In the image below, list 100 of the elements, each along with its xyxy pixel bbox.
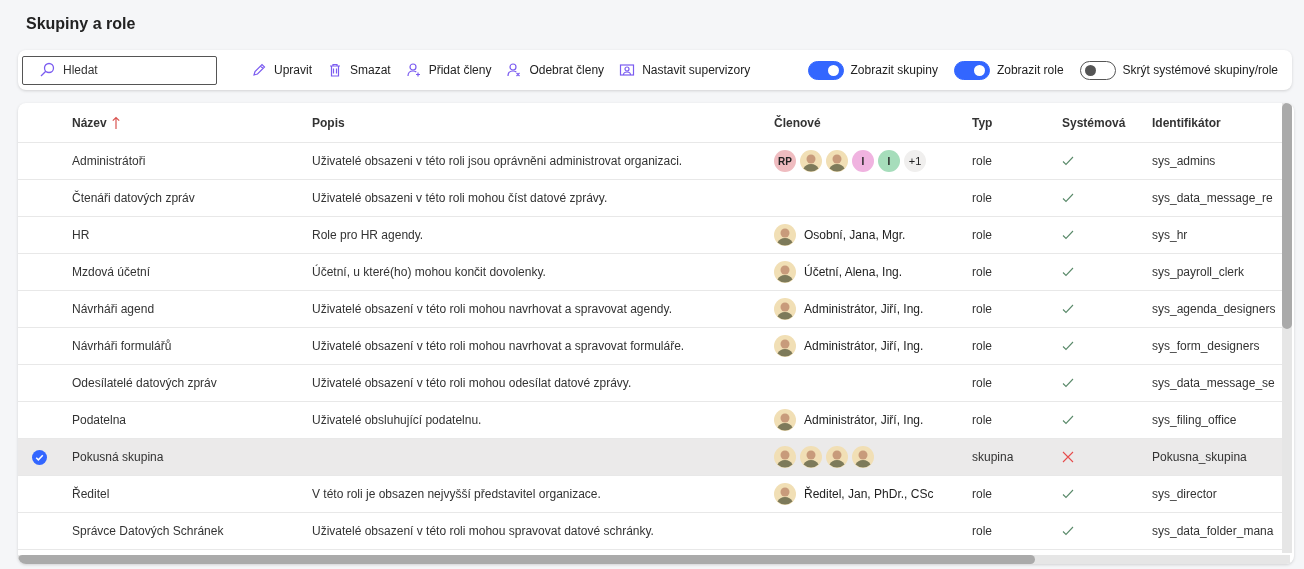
description-text: Uživatelé obsazení v této roli mohou navrhovat a spravovat formuláře. xyxy=(312,339,685,353)
type-text: role xyxy=(972,265,992,279)
identifier-text: sys_hr xyxy=(1152,228,1188,242)
type-text: role xyxy=(972,524,992,538)
identifier-text: sys_admins xyxy=(1152,154,1216,168)
table-row[interactable]: Administrátoři Uživatelé obsazeni v této roli jsou oprávněni administrovat organizaci. RP I I +1 role sys_admins xyxy=(18,143,1282,180)
toolbar-button[interactable]: Smazat xyxy=(327,61,391,79)
avatar-icon xyxy=(826,150,848,172)
group-name: Odesílatelé datových zpráv xyxy=(72,376,217,390)
toggle-switch[interactable] xyxy=(1079,60,1116,80)
type-text: role xyxy=(972,228,992,242)
avatar-initials: I xyxy=(852,150,874,172)
type-text: role xyxy=(972,302,992,316)
identifier-text: sys_director xyxy=(1152,487,1217,501)
member-name: Administrátor, Jiří, Ing. xyxy=(804,412,924,429)
group-name: Podatelna xyxy=(72,413,127,427)
page-title: Skupiny a role xyxy=(26,14,137,34)
group-name: Pokusná skupina xyxy=(72,450,164,464)
column-header[interactable]: Název xyxy=(72,113,107,132)
table-row[interactable]: Odesílatelé datových zpráv Uživatelé obsazení v této roli mohou odesílat datové zprávy. role sys_data_message_se xyxy=(18,365,1282,402)
table-row[interactable]: Ředitel V této roli je obsazen nejvyšší představitel organizace. Ředitel, Jan, PhDr., CSc role sys_director xyxy=(18,476,1282,513)
identifier-text: sys_form_designers xyxy=(1152,339,1260,353)
group-name: Mzdová účetní xyxy=(72,265,151,279)
group-name: Návrháři agend xyxy=(72,302,155,316)
table-row[interactable]: Mzdová účetní Účetní, u které(ho) mohou končit dovolenky. Účetní, Alena, Ing. role sys_payroll_clerk xyxy=(18,254,1282,291)
toolbar-button[interactable]: Odebrat členy xyxy=(506,61,605,79)
column-header[interactable]: Popis xyxy=(312,113,345,132)
search-icon xyxy=(39,62,55,78)
pencil-icon xyxy=(251,62,267,78)
trash-icon xyxy=(327,62,343,78)
identifier-text: sys_data_folder_mana xyxy=(1152,524,1274,538)
toggle-label: Zobrazit role xyxy=(996,62,1064,79)
toggle-switch[interactable] xyxy=(807,60,844,80)
type-text: role xyxy=(972,413,992,427)
identifier-text: Pokusna_skupina xyxy=(1152,450,1247,464)
person-remove-icon xyxy=(506,62,523,78)
toolbar-button[interactable]: Nastavit supervizory xyxy=(619,61,751,79)
more-members-count: +1 xyxy=(904,150,926,172)
description-text: Uživatelé obsazení v této roli mohou odesílat datové zprávy. xyxy=(312,376,632,390)
identifier-text: sys_data_message_se xyxy=(1152,376,1275,390)
group-name: Ředitel xyxy=(72,487,110,501)
column-header[interactable]: Členové xyxy=(774,113,821,132)
type-text: role xyxy=(972,154,992,168)
table-row[interactable]: Správce Datových Schránek Uživatelé obsazení v této roli mohou spravovat datové schránky. role sys_data_folder_mana xyxy=(18,513,1282,550)
column-header[interactable]: Typ xyxy=(972,113,993,132)
avatar-icon xyxy=(774,446,796,468)
toggle-label: Zobrazit skupiny xyxy=(850,62,938,79)
identifier-text: sys_agenda_designers xyxy=(1152,302,1276,316)
identifier-text: sys_data_message_re xyxy=(1152,191,1273,205)
group-name: HR xyxy=(72,228,90,242)
avatar-icon xyxy=(774,298,796,320)
avatar-icon xyxy=(774,335,796,357)
table-row[interactable]: Pokusná skupina skupina Pokusna_skupina xyxy=(18,439,1282,476)
table-row[interactable]: Čtenáři datových zpráv Uživatelé obsazeni v této roli mohou číst datové zprávy. role sys_data_message_re xyxy=(18,180,1282,217)
search-field[interactable]: Hledat xyxy=(22,55,217,85)
person-frame-icon xyxy=(619,62,636,78)
member-name: Ředitel, Jan, PhDr., CSc xyxy=(804,485,934,503)
selected-check-icon[interactable] xyxy=(32,449,47,465)
group-name: Administrátoři xyxy=(72,154,146,168)
search-input[interactable]: Hledat xyxy=(63,61,203,79)
description-text: Uživatelé obsazeni v této roli jsou oprávněni administrovat organizaci. xyxy=(312,154,683,168)
toggle-label: Skrýt systémové skupiny/role xyxy=(1122,62,1278,79)
table-row[interactable]: Návrháři formulářů Uživatelé obsazení v této roli mohou navrhovat a spravovat formuláře. Administrátor, Jiří, Ing. role sys_form_designers xyxy=(18,328,1282,365)
avatar-initials: I xyxy=(878,150,900,172)
avatar-icon xyxy=(852,446,874,468)
table-row[interactable]: Návrháři agend Uživatelé obsazení v této roli mohou navrhovat a spravovat agendy. Administrátor, Jiří, Ing. role sys_agenda_designers xyxy=(18,291,1282,328)
vertical-scrollbar[interactable] xyxy=(1282,103,1292,553)
description-text: Účetní, u které(ho) mohou končit dovolenky. xyxy=(312,265,546,279)
member-name: Administrátor, Jiří, Ing. xyxy=(804,338,924,355)
table-row[interactable]: HR Role pro HR agendy. Osobní, Jana, Mgr. role sys_hr xyxy=(18,217,1282,254)
toggle-switch[interactable] xyxy=(953,60,990,80)
description-text: Uživatelé obsazeni v této roli mohou číst datové zprávy. xyxy=(312,191,608,205)
toolbar-button[interactable]: Přidat členy xyxy=(405,61,492,79)
person-plus-icon xyxy=(405,62,422,78)
sort-ascending-icon xyxy=(111,115,120,130)
group-name: Správce Datových Schránek xyxy=(72,524,224,538)
identifier-text: sys_filing_office xyxy=(1152,413,1237,427)
type-text: role xyxy=(972,191,992,205)
description-text: Uživatelé obsazení v této roli mohou spravovat datové schránky. xyxy=(312,524,654,538)
description-text: Uživatelé obsazení v této roli mohou navrhovat a spravovat agendy. xyxy=(312,302,672,316)
avatar-icon xyxy=(800,150,822,172)
description-text: V této roli je obsazen nejvyšší představitel organizace. xyxy=(312,487,601,501)
type-text: role xyxy=(972,339,992,353)
description-text: Uživatelé obsluhující podatelnu. xyxy=(312,413,482,427)
identifier-text: sys_payroll_clerk xyxy=(1152,265,1245,279)
column-header[interactable]: Systémová xyxy=(1062,113,1126,132)
group-name: Čtenáři datových zpráv xyxy=(72,191,195,205)
member-name: Účetní, Alena, Ing. xyxy=(804,263,903,281)
description-text: Role pro HR agendy. xyxy=(312,228,424,242)
avatar-icon xyxy=(774,483,796,505)
type-text: role xyxy=(972,487,992,501)
column-header[interactable]: Identifikátor xyxy=(1152,113,1221,132)
avatar-icon xyxy=(800,446,822,468)
avatar-initials: RP xyxy=(774,150,796,172)
avatar-icon xyxy=(826,446,848,468)
horizontal-scrollbar[interactable] xyxy=(18,555,1290,564)
toolbar-button[interactable]: Upravit xyxy=(251,61,312,79)
group-name: Návrháři formulářů xyxy=(72,339,172,353)
member-name: Osobní, Jana, Mgr. xyxy=(804,227,906,244)
avatar-icon xyxy=(774,261,796,283)
